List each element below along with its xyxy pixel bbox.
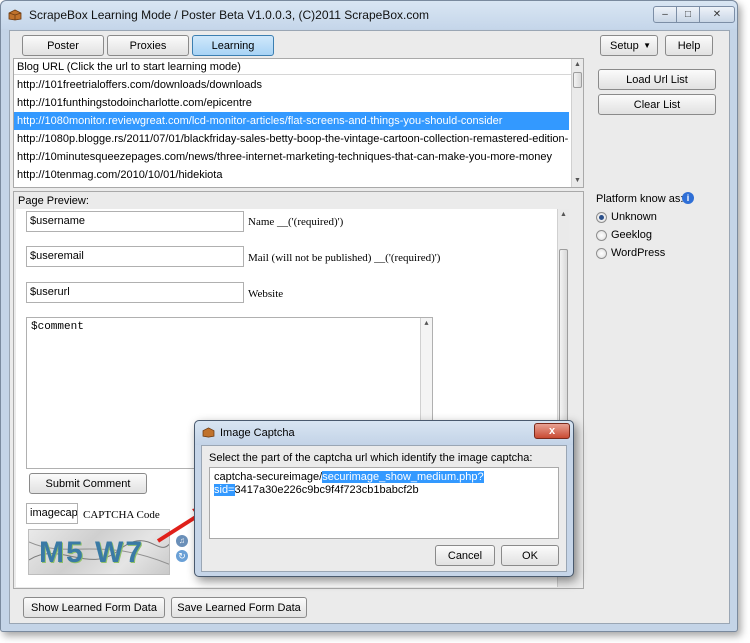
save-learned-form-data-button[interactable]: Save Learned Form Data [171, 597, 307, 618]
app-icon [8, 9, 22, 21]
captcha-image: M5 W7 [28, 529, 170, 575]
setup-button[interactable]: Setup ▼ [600, 35, 658, 56]
url-list-header: Blog URL (Click the url to start learnin… [14, 59, 583, 75]
list-item[interactable]: http://101funthingstodoincharlotte.com/e… [14, 94, 569, 112]
dialog-instruction: Select the part of the captcha url which… [209, 452, 533, 464]
maximize-button[interactable]: □ [676, 6, 700, 23]
help-button[interactable]: Help [665, 35, 713, 56]
title-bar[interactable]: ScrapeBox Learning Mode / Poster Beta V1… [1, 1, 737, 29]
username-label: Name __('(required)') [248, 216, 344, 228]
scroll-up-icon[interactable]: ▲ [558, 209, 569, 221]
dialog-title: Image Captcha [220, 427, 295, 439]
scroll-up-icon[interactable]: ▲ [572, 59, 583, 71]
captcha-url-textbox[interactable]: captcha-secureimage/securimage_show_medi… [209, 467, 559, 539]
platform-title: Platform know as: [596, 193, 684, 205]
page-preview-title: Page Preview: [18, 195, 89, 207]
clear-list-button[interactable]: Clear List [598, 94, 716, 115]
radio-geeklog[interactable] [596, 230, 607, 241]
maximize-icon: □ [684, 9, 692, 20]
tab-learning[interactable]: Learning [192, 35, 274, 56]
scroll-down-icon[interactable]: ▼ [572, 175, 583, 187]
list-item[interactable]: http://10tenmag.com/2010/10/01/hidekiota [14, 166, 569, 184]
cancel-button[interactable]: Cancel [435, 545, 495, 566]
url-list: Blog URL (Click the url to start learnin… [13, 58, 584, 188]
url-field[interactable]: $userurl [26, 282, 244, 303]
ok-button[interactable]: OK [501, 545, 559, 566]
dialog-body: Select the part of the captcha url which… [201, 445, 567, 572]
url-part-plain: captcha-secureimage/ [214, 471, 323, 483]
close-icon: x [548, 425, 556, 437]
tab-proxies[interactable]: Proxies [107, 35, 189, 56]
close-icon: ✕ [712, 9, 722, 20]
website-label: Website [248, 288, 284, 300]
chevron-down-icon: ▼ [643, 41, 651, 50]
url-part-selected-2: sid= [214, 484, 235, 496]
platform-option-unknown: Unknown [611, 211, 657, 223]
dialog-title-bar[interactable]: Image Captcha x [195, 421, 573, 445]
list-item-selected[interactable]: http://1080monitor.reviewgreat.com/lcd-m… [14, 112, 569, 130]
captcha-text: M5 W7 [39, 536, 145, 569]
url-part-id: 3417a30e226c9bc9f4f723cb1babcf2b [234, 484, 419, 496]
scroll-thumb[interactable] [573, 72, 582, 88]
info-icon[interactable]: i [682, 192, 694, 204]
url-part-selected: securimage_show_medium.php? [322, 471, 484, 483]
radio-wordpress[interactable] [596, 248, 607, 259]
image-captcha-dialog: Image Captcha x Select the part of the c… [194, 420, 574, 577]
dialog-close-button[interactable]: x [534, 423, 570, 439]
platform-option-wordpress: WordPress [611, 247, 666, 259]
radio-unknown[interactable] [596, 212, 607, 223]
email-field[interactable]: $useremail [26, 246, 244, 267]
platform-option-geeklog: Geeklog [611, 229, 652, 241]
app-icon [202, 427, 215, 438]
list-item[interactable]: http://1080p.blogge.rs/2011/07/01/blackf… [14, 130, 569, 148]
comment-value: $comment [31, 321, 84, 333]
load-url-list-button[interactable]: Load Url List [598, 69, 716, 90]
close-button[interactable]: ✕ [699, 6, 735, 23]
url-list-scrollbar[interactable]: ▲ ▼ [571, 59, 583, 187]
captcha-input[interactable]: imagecap [26, 503, 78, 524]
show-learned-form-data-button[interactable]: Show Learned Form Data [23, 597, 165, 618]
tab-poster[interactable]: Poster [22, 35, 104, 56]
minimize-icon: – [662, 9, 668, 20]
scroll-up-icon[interactable]: ▲ [421, 318, 432, 330]
email-label: Mail (will not be published) __('(requir… [248, 252, 441, 264]
submit-comment-button[interactable]: Submit Comment [29, 473, 147, 494]
list-item[interactable]: http://10minutesqueezepages.com/news/thr… [14, 148, 569, 166]
username-field[interactable]: $username [26, 211, 244, 232]
window-title: ScrapeBox Learning Mode / Poster Beta V1… [29, 8, 429, 22]
list-item[interactable]: http://101freetrialoffers.com/downloads/… [14, 76, 569, 94]
setup-label: Setup [610, 39, 639, 52]
captcha-label: CAPTCHA Code [83, 509, 160, 521]
minimize-button[interactable]: – [653, 6, 677, 23]
